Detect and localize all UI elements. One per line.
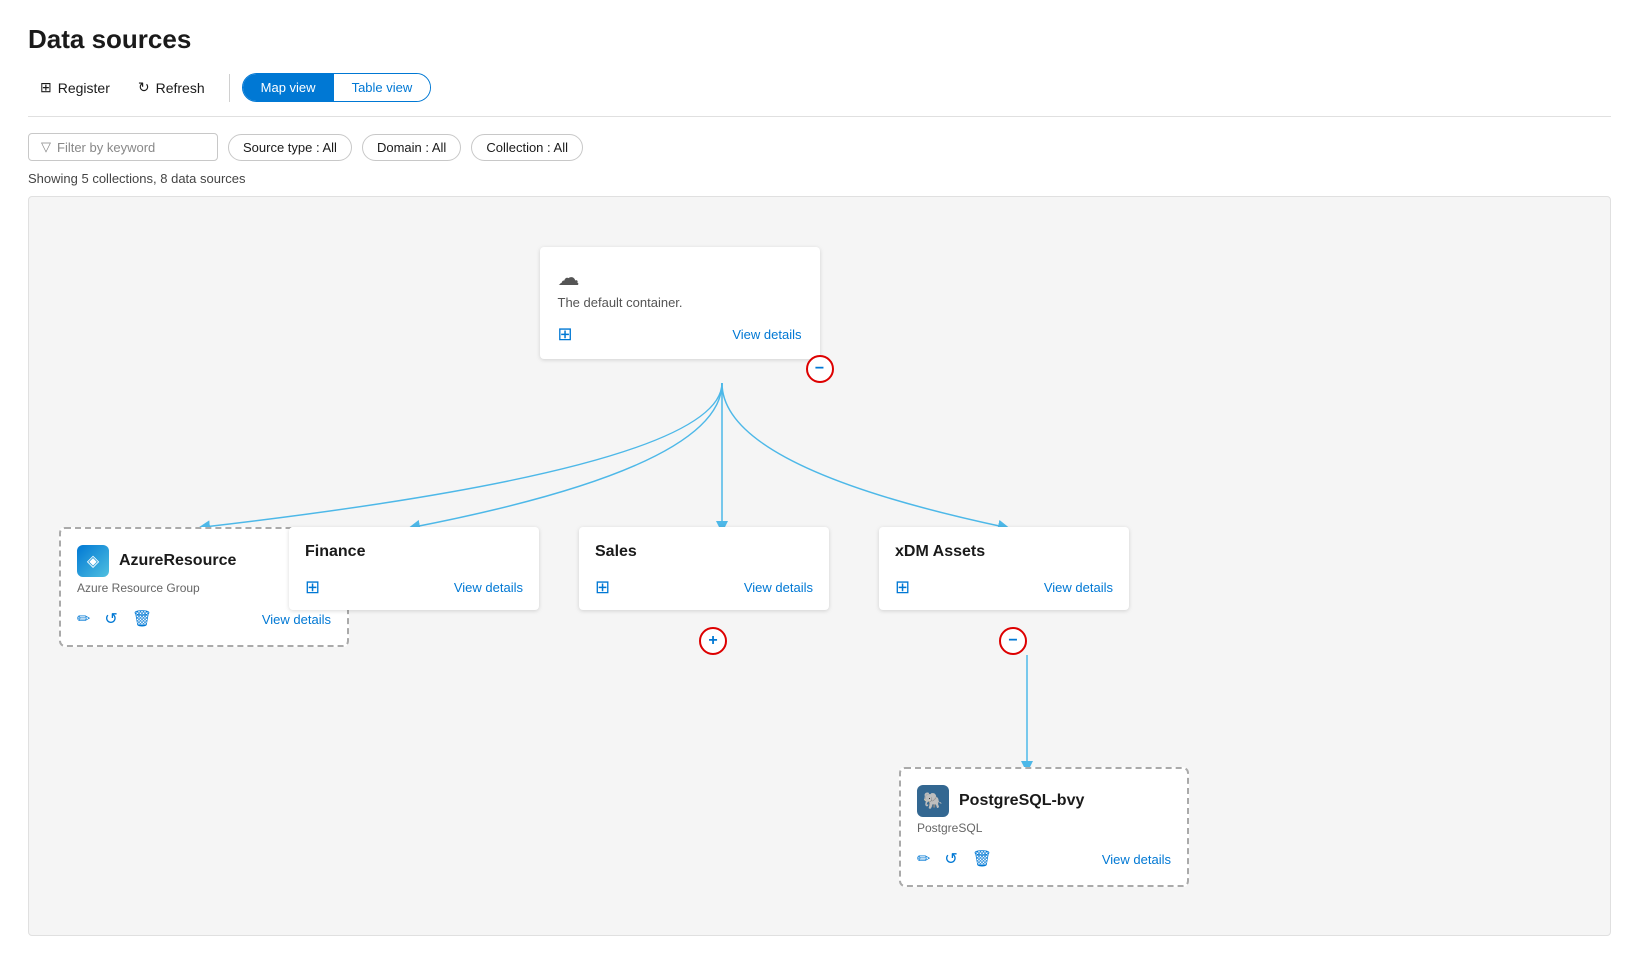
xdm-assets-card: xDM Assets ⊞ View details	[879, 527, 1129, 610]
table-view-button[interactable]: Table view	[334, 74, 431, 101]
default-container-card: ☁ The default container. ⊞ View details	[540, 247, 820, 359]
postgresql-title: PostgreSQL-bvy	[959, 792, 1084, 810]
default-container-view-details[interactable]: View details	[732, 327, 801, 342]
sales-view-details[interactable]: View details	[744, 580, 813, 595]
default-container-toggle[interactable]: −	[806, 355, 834, 383]
register-icon: ⊞	[40, 79, 52, 96]
xdm-toggle[interactable]: −	[999, 627, 1027, 655]
postgresql-edit-icon[interactable]: ✏	[917, 849, 930, 869]
collection-filter[interactable]: Collection : All	[471, 134, 583, 161]
sales-table-icon: ⊞	[595, 577, 610, 598]
view-toggle: Map view Table view	[242, 73, 432, 102]
default-container-footer: ⊞ View details	[558, 324, 802, 345]
sales-toggle[interactable]: +	[699, 627, 727, 655]
filter-icon: ▽	[41, 139, 51, 155]
sales-title: Sales	[595, 543, 813, 561]
refresh-label: Refresh	[156, 80, 205, 96]
postgresql-card: 🐘 PostgreSQL-bvy PostgreSQL ✏ ↺ 🗑 View d…	[899, 767, 1189, 887]
azure-view-details[interactable]: View details	[262, 612, 331, 627]
xdm-footer: ⊞ View details	[895, 577, 1113, 598]
azure-link-icon[interactable]: ↺	[104, 609, 117, 629]
postgresql-link-icon[interactable]: ↺	[944, 849, 957, 869]
cloud-icon: ☁	[558, 265, 802, 291]
refresh-button[interactable]: ↻ Refresh	[126, 73, 217, 102]
finance-view-details[interactable]: View details	[454, 580, 523, 595]
sales-footer: ⊞ View details	[595, 577, 813, 598]
default-container-subtitle: The default container.	[558, 295, 802, 310]
postgresql-view-details[interactable]: View details	[1102, 852, 1171, 867]
postgresql-icon: 🐘	[917, 785, 949, 817]
finance-footer: ⊞ View details	[305, 577, 523, 598]
register-button[interactable]: ⊞ Register	[28, 73, 122, 102]
page-title: Data sources	[28, 24, 1611, 55]
register-label: Register	[58, 80, 110, 96]
toolbar: ⊞ Register ↻ Refresh Map view Table view	[28, 73, 1611, 117]
domain-filter[interactable]: Domain : All	[362, 134, 461, 161]
finance-title: Finance	[305, 543, 523, 561]
refresh-icon: ↻	[138, 79, 150, 96]
source-type-filter[interactable]: Source type : All	[228, 134, 352, 161]
finance-table-icon: ⊞	[305, 577, 320, 598]
sales-card: Sales ⊞ View details	[579, 527, 829, 610]
azure-resource-actions: ✏ ↺ 🗑 View details	[77, 609, 331, 629]
postgresql-type: PostgreSQL	[917, 821, 1171, 835]
xdm-title: xDM Assets	[895, 543, 1113, 561]
azure-icon: ◈	[77, 545, 109, 577]
default-container-table-icon: ⊞	[558, 324, 573, 345]
xdm-table-icon: ⊞	[895, 577, 910, 598]
map-canvas: ☁ The default container. ⊞ View details …	[28, 196, 1611, 936]
keyword-filter[interactable]: ▽ Filter by keyword	[28, 133, 218, 161]
summary-text: Showing 5 collections, 8 data sources	[28, 171, 1611, 186]
postgresql-actions: ✏ ↺ 🗑 View details	[917, 849, 1171, 869]
finance-card: Finance ⊞ View details	[289, 527, 539, 610]
toolbar-divider	[229, 74, 230, 102]
azure-resource-title: AzureResource	[119, 552, 236, 570]
map-view-button[interactable]: Map view	[243, 74, 334, 101]
azure-delete-icon[interactable]: 🗑	[132, 609, 152, 629]
keyword-placeholder: Filter by keyword	[57, 140, 155, 155]
xdm-view-details[interactable]: View details	[1044, 580, 1113, 595]
filters-bar: ▽ Filter by keyword Source type : All Do…	[28, 133, 1611, 161]
postgresql-delete-icon[interactable]: 🗑	[972, 849, 992, 869]
postgresql-header: 🐘 PostgreSQL-bvy	[917, 785, 1171, 817]
azure-edit-icon[interactable]: ✏	[77, 609, 90, 629]
